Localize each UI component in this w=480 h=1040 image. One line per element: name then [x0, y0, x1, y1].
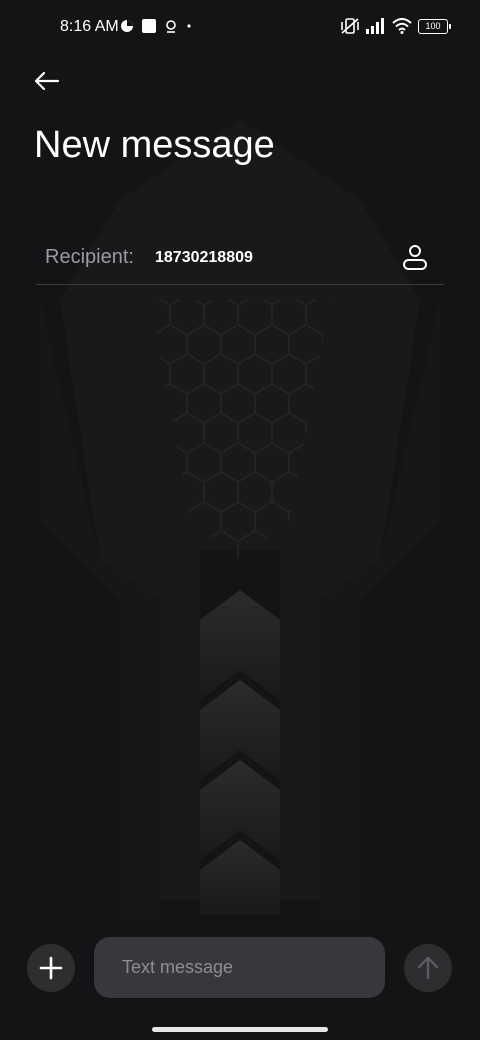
location-pin-icon	[166, 20, 176, 33]
person-icon	[403, 245, 427, 270]
vibrate-off-icon	[341, 18, 359, 34]
status-bar: 8:16 AM 100	[0, 0, 480, 56]
data-saver-icon	[121, 20, 133, 32]
contact-picker-button[interactable]	[400, 242, 430, 272]
home-indicator[interactable]	[152, 1027, 328, 1032]
battery-level: 100	[425, 20, 441, 31]
send-button[interactable]	[404, 944, 452, 992]
status-icons-left	[120, 19, 192, 33]
recipient-field[interactable]: Recipient: 18730218809	[36, 236, 444, 285]
battery-icon: 100	[418, 18, 451, 34]
back-button[interactable]	[28, 64, 64, 100]
arrow-up-icon	[417, 956, 439, 980]
arrow-left-icon	[34, 71, 60, 91]
square-notification-icon	[142, 19, 156, 33]
recipient-label: Recipient:	[45, 246, 134, 268]
add-attachment-button[interactable]	[27, 944, 75, 992]
page-title: New message	[34, 124, 275, 166]
status-icons-right: 100	[340, 17, 451, 35]
dot-icon	[187, 24, 191, 28]
message-input[interactable]	[94, 937, 385, 998]
composer-bar	[0, 930, 480, 1010]
wifi-icon	[392, 18, 412, 34]
plus-icon	[39, 956, 63, 980]
signal-icon	[366, 18, 384, 34]
status-time: 8:16 AM	[60, 18, 119, 35]
recipient-value[interactable]: 18730218809	[155, 249, 253, 267]
